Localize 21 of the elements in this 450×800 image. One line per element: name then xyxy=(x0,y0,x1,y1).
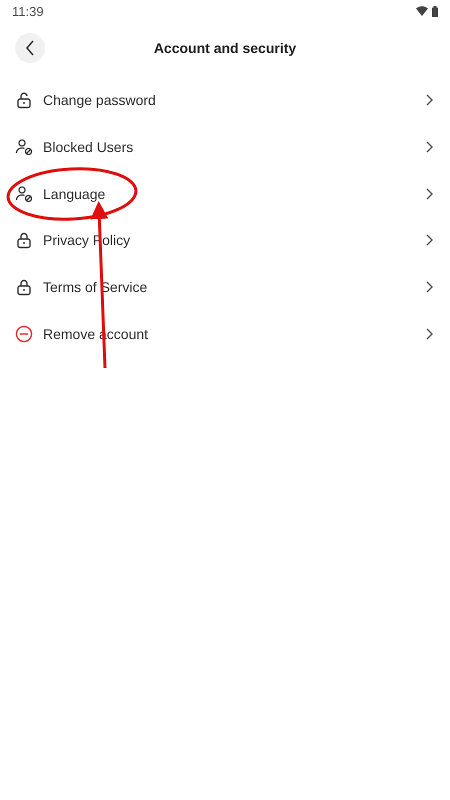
settings-item[interactable]: Blocked Users xyxy=(0,124,450,170)
user-blocked-icon xyxy=(15,138,33,156)
settings-item[interactable]: Change password xyxy=(0,77,450,124)
chevron-right-icon xyxy=(426,141,433,154)
page-title: Account and security xyxy=(154,40,296,56)
padlock-icon xyxy=(15,231,33,250)
chevron-right-icon xyxy=(426,234,433,246)
padlock-icon xyxy=(15,278,33,296)
status-time: 11:39 xyxy=(12,4,44,18)
back-button[interactable] xyxy=(15,33,45,63)
chevron-right-icon xyxy=(426,188,433,200)
user-blocked-icon xyxy=(15,184,33,203)
battery-icon xyxy=(432,6,438,16)
chevron-right-icon xyxy=(426,328,433,340)
settings-item[interactable]: Language xyxy=(0,170,450,218)
chevron-right-icon xyxy=(426,94,433,106)
chevron-right-icon xyxy=(426,281,433,294)
wifi-icon xyxy=(416,6,428,16)
minus-circle-icon xyxy=(15,324,33,343)
unlocked-padlock-icon xyxy=(15,91,33,110)
back-chevron-icon xyxy=(25,40,35,56)
